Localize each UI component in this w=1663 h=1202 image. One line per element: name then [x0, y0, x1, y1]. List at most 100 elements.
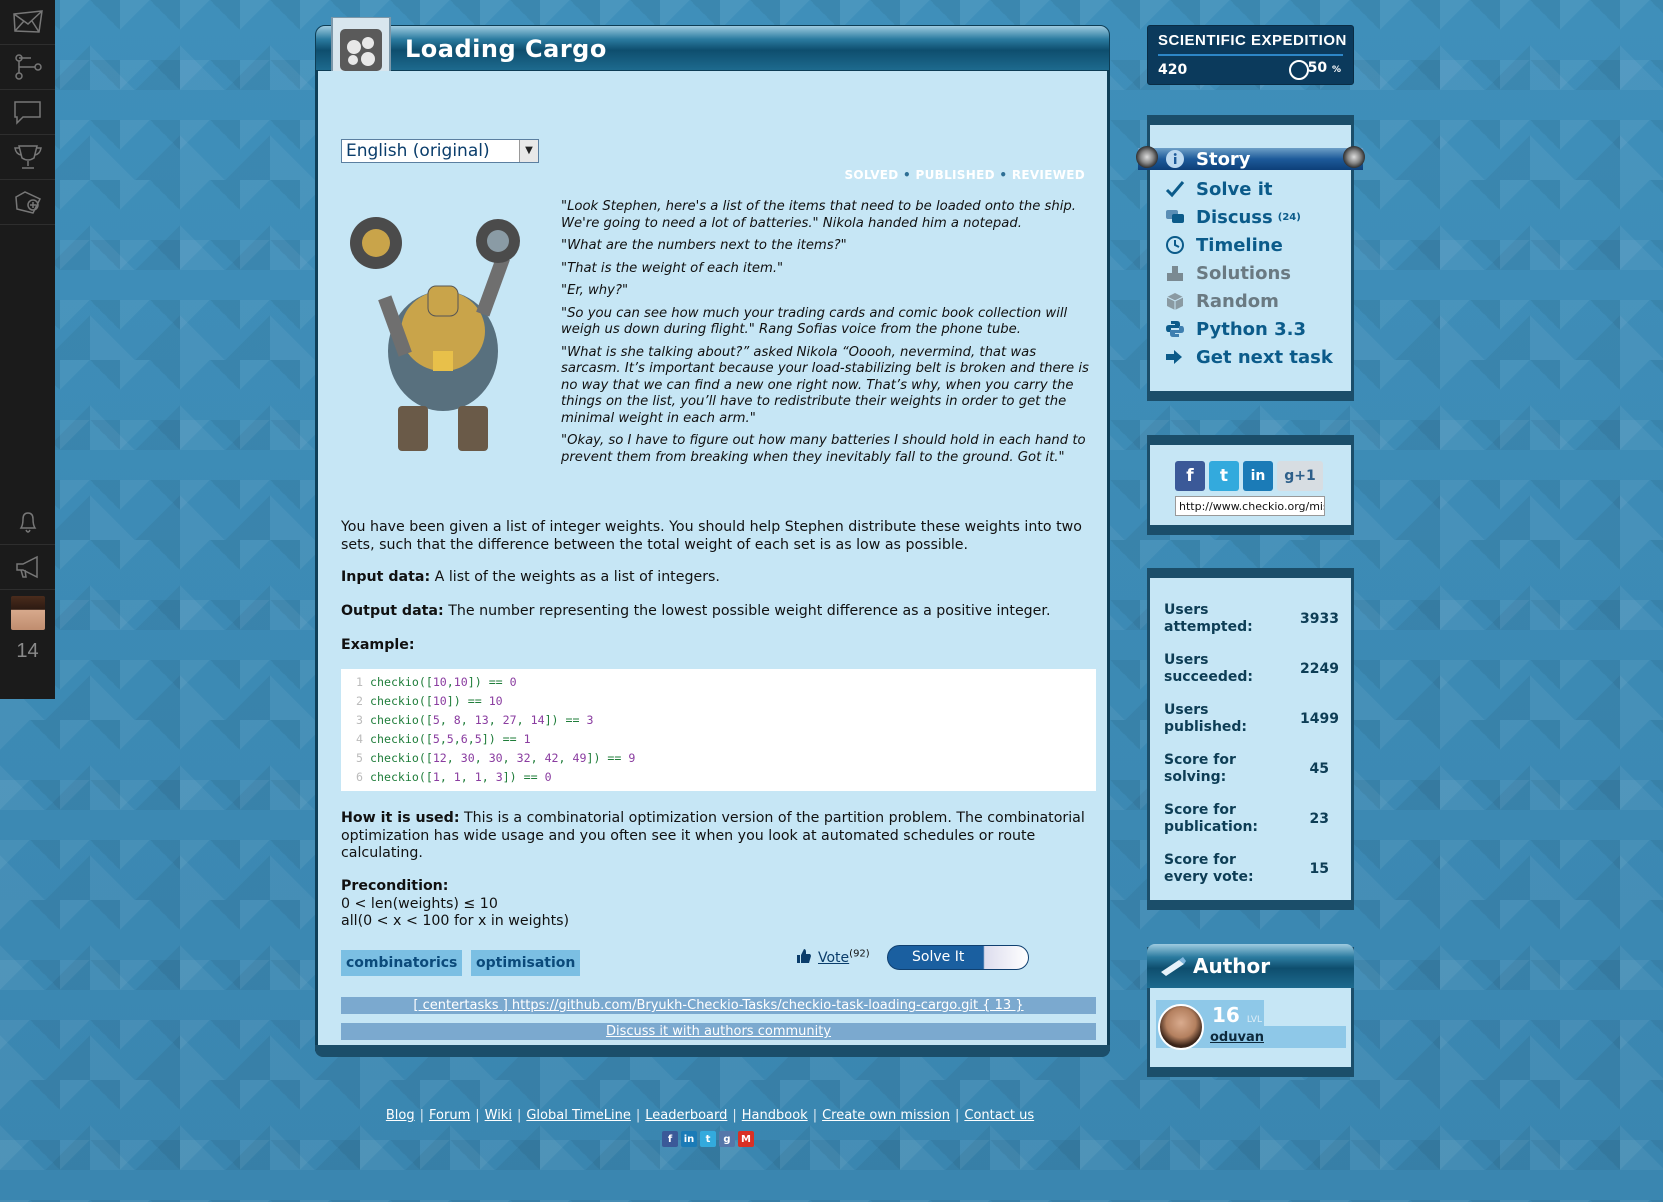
repo-link-bar: [ centertasks ] https://github.com/Bryuk…	[341, 997, 1096, 1014]
output-data: Output data: The number representing the…	[341, 603, 1096, 621]
footer-link-leaderboard[interactable]: Leaderboard	[645, 1108, 727, 1123]
menu-item-story[interactable]: Story	[1164, 147, 1251, 171]
code-text: checkio([5, 8, 13, 27, 14]) == 3	[370, 713, 594, 727]
tag-combinatorics[interactable]: combinatorics	[341, 950, 463, 976]
output-data-text: The number representing the lowest possi…	[448, 603, 1051, 619]
story-paragraph: "Er, why?"	[561, 283, 629, 298]
status-published: PUBLISHED	[915, 168, 995, 182]
stat-row: Users attempted: 3933	[1164, 602, 1339, 635]
menu-item-timeline[interactable]: Timeline	[1164, 233, 1283, 257]
chat-icon[interactable]	[0, 90, 55, 135]
menu-item-discuss[interactable]: Discuss (24)	[1164, 205, 1301, 229]
story-paragraph: "Okay, so I have to figure out how many …	[561, 433, 1086, 465]
menu-item-python[interactable]: Python 3.3	[1164, 317, 1306, 341]
expedition-widget[interactable]: SCIENTIFIC EXPEDITION 420 50 %	[1147, 25, 1354, 85]
linkedin-icon[interactable]: in	[681, 1131, 697, 1147]
linkedin-icon[interactable]: in	[1243, 461, 1273, 491]
output-data-label: Output data:	[341, 603, 444, 619]
tree-icon[interactable]	[0, 45, 55, 90]
thumbs-up-icon	[797, 949, 811, 963]
tag-optimisation[interactable]: optimisation	[471, 950, 581, 976]
line-number: 3	[356, 713, 363, 727]
expedition-percent: 50 %	[1307, 60, 1341, 76]
description-text: You have been given a list of integer we…	[341, 519, 1082, 553]
precondition-line: 0 < len(weights) ≤ 10	[341, 895, 498, 912]
solve-it-button[interactable]: Solve It	[887, 945, 1029, 970]
example-label: Example:	[341, 637, 415, 653]
expedition-title: SCIENTIFIC EXPEDITION	[1158, 32, 1347, 49]
vote-control[interactable]: Vote(92)	[796, 948, 870, 966]
code-line: 2 checkio([10]) == 10	[341, 692, 1096, 711]
gauge-icon	[1289, 60, 1309, 80]
check-icon	[1164, 178, 1186, 200]
precondition-line: all(0 < x < 100 for x in weights)	[341, 913, 570, 929]
code-line: 4 checkio([5,5,6,5]) == 1	[341, 730, 1096, 749]
menu-item-random[interactable]: Random	[1164, 289, 1279, 313]
map-add-icon[interactable]	[0, 180, 55, 225]
status-reviewed: REVIEWED	[1011, 168, 1085, 182]
robot-illustration	[350, 217, 520, 451]
code-text: checkio([1, 1, 1, 3]) == 0	[370, 770, 552, 784]
status-solved: SOLVED	[844, 168, 899, 182]
author-panel: Author 16 LVL oduvan	[1147, 944, 1354, 1077]
expedition-score: 420	[1158, 62, 1188, 78]
user-avatar[interactable]	[10, 596, 45, 630]
code-text: checkio([10]) == 10	[370, 694, 503, 708]
how-used: How it is used: This is a combinatorial …	[341, 810, 1096, 863]
footer-link-wiki[interactable]: Wiki	[485, 1108, 512, 1123]
code-line: 3 checkio([5, 8, 13, 27, 14]) == 3	[341, 711, 1096, 730]
line-number: 1	[356, 675, 363, 689]
google-plus-icon[interactable]: g	[719, 1131, 735, 1147]
trophy-icon[interactable]	[0, 135, 55, 180]
author-name[interactable]: oduvan	[1210, 1030, 1264, 1045]
twitter-icon[interactable]: t	[700, 1131, 716, 1147]
discuss-link-bar: Discuss it with authors community	[341, 1023, 1096, 1040]
gmail-icon[interactable]: M	[738, 1131, 754, 1147]
clock-icon	[1164, 234, 1186, 256]
footer-link-contact-us[interactable]: Contact us	[964, 1108, 1034, 1123]
share-url-field[interactable]: http://www.checkio.org/mission/loading-c…	[1175, 496, 1325, 516]
story-paragraph: "What is she talking about?” asked Nikol…	[561, 344, 1089, 426]
facebook-icon[interactable]: f	[662, 1131, 678, 1147]
code-line: 5 checkio([12, 30, 30, 32, 42, 49]) == 9	[341, 749, 1096, 768]
megaphone-icon[interactable]	[0, 545, 55, 590]
menu-item-solve-it[interactable]: Solve it	[1164, 177, 1272, 201]
author-avatar[interactable]	[1158, 1004, 1204, 1050]
mission-menu: Story Solve it Discuss (24) Timeline Solu…	[1136, 115, 1365, 401]
how-used-label: How it is used:	[341, 810, 460, 826]
footer-link-blog[interactable]: Blog	[386, 1108, 415, 1123]
discuss-icon	[1164, 206, 1186, 228]
stat-row: Score for solving: 45	[1164, 752, 1329, 785]
info-icon	[1164, 148, 1186, 170]
language-select-value: English (original)	[346, 141, 490, 161]
footer-link-handbook[interactable]: Handbook	[742, 1108, 808, 1123]
language-select[interactable]: English (original) ▼	[341, 139, 539, 163]
menu-item-next-task[interactable]: Get next task	[1164, 345, 1333, 369]
vote-link[interactable]: Vote	[818, 950, 849, 966]
line-number: 2	[356, 694, 363, 708]
bell-icon[interactable]	[0, 500, 55, 545]
precondition-label: Precondition:	[341, 878, 449, 894]
footer-link-global-timeline[interactable]: Global TimeLine	[526, 1108, 631, 1123]
twitter-icon[interactable]: t	[1209, 461, 1239, 491]
author-level: 16 LVL	[1212, 1003, 1263, 1027]
footer-social: f in t g M	[662, 1131, 754, 1147]
python-icon	[1164, 318, 1186, 340]
mission-statuses: SOLVED • PUBLISHED • REVIEWED	[844, 168, 1085, 182]
mail-icon[interactable]	[0, 0, 55, 45]
menu-item-solutions[interactable]: Solutions	[1164, 261, 1291, 285]
stat-row: Users published: 1499	[1164, 702, 1339, 735]
facebook-icon[interactable]: f	[1175, 461, 1205, 491]
google-plus-icon[interactable]: g+1	[1277, 461, 1323, 491]
discuss-authors-link[interactable]: Discuss it with authors community	[606, 1024, 831, 1039]
random-box-icon	[1164, 290, 1186, 312]
mission-panel-footer	[315, 1045, 1110, 1057]
footer-link-forum[interactable]: Forum	[429, 1108, 470, 1123]
story-paragraph: "Look Stephen, here's a list of the item…	[561, 199, 1076, 231]
story-paragraph: "So you can see how much your trading ca…	[561, 305, 1068, 338]
footer-link-create-own-mission[interactable]: Create own mission	[822, 1108, 950, 1123]
code-line: 6 checkio([1, 1, 1, 3]) == 0	[341, 768, 1096, 787]
repo-link[interactable]: [ centertasks ] https://github.com/Bryuk…	[413, 998, 1023, 1013]
user-level: 14	[16, 640, 39, 662]
chevron-down-icon[interactable]: ▼	[519, 140, 538, 162]
